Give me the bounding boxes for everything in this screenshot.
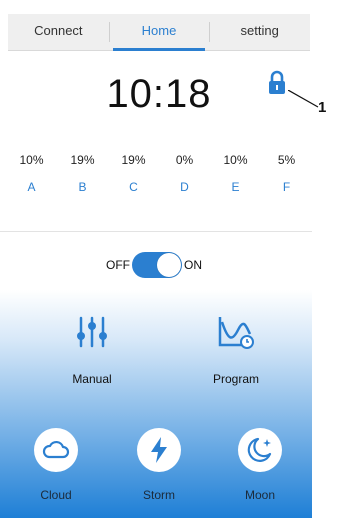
- channel-e-percent: 10%: [223, 153, 248, 167]
- moon-label: Moon: [244, 488, 276, 502]
- manual-label: Manual: [72, 372, 112, 386]
- channel-f-percent: 5%: [277, 153, 296, 167]
- power-toggle-group: OFF ON: [106, 252, 202, 278]
- channel-a-label: A: [27, 180, 36, 194]
- callout-number: 1: [318, 99, 327, 116]
- channel-c-label: C: [129, 180, 138, 194]
- cloud-label: Cloud: [40, 488, 72, 502]
- power-off-label: OFF: [106, 258, 130, 272]
- channel-a[interactable]: 10% A: [6, 150, 57, 194]
- divider: [0, 231, 312, 232]
- cloud-icon: [42, 440, 70, 459]
- power-on-label: ON: [184, 258, 202, 272]
- callout-line: [288, 90, 319, 108]
- program-mode-button[interactable]: Program: [196, 310, 276, 386]
- cloud-mode-button[interactable]: Cloud: [26, 428, 86, 502]
- storm-label: Storm: [142, 488, 175, 502]
- storm-mode-button[interactable]: Storm: [129, 428, 189, 502]
- lightning-icon: [151, 437, 167, 463]
- tab-home[interactable]: Home: [108, 14, 210, 51]
- channel-levels: 10% A 19% B 19% C 0% D 10% E 5% F: [6, 150, 312, 194]
- lock-icon[interactable]: [266, 70, 288, 96]
- channel-d[interactable]: 0% D: [159, 150, 210, 194]
- channel-b-label: B: [78, 180, 87, 194]
- channel-f[interactable]: 5% F: [261, 150, 312, 194]
- manual-mode-button[interactable]: Manual: [52, 310, 132, 386]
- channel-c[interactable]: 19% C: [108, 150, 159, 194]
- schedule-chart-icon: [218, 317, 254, 349]
- tab-setting[interactable]: setting: [209, 14, 310, 50]
- channel-d-label: D: [180, 180, 189, 194]
- channel-f-label: F: [282, 180, 291, 194]
- tab-connect[interactable]: Connect: [8, 14, 109, 50]
- channel-e-label: E: [231, 180, 240, 194]
- moon-icon: [247, 437, 272, 462]
- channel-a-percent: 10%: [19, 153, 44, 167]
- channel-b[interactable]: 19% B: [57, 150, 108, 194]
- moon-mode-button[interactable]: Moon: [230, 428, 290, 502]
- sliders-icon: [77, 316, 107, 348]
- channel-c-percent: 19%: [121, 153, 146, 167]
- program-label: Program: [212, 372, 259, 386]
- channel-e[interactable]: 10% E: [210, 150, 261, 194]
- channel-b-percent: 19%: [70, 153, 95, 167]
- channel-d-percent: 0%: [175, 153, 194, 167]
- power-toggle[interactable]: [132, 252, 182, 278]
- tab-bar: Connect Home setting: [8, 14, 310, 51]
- toggle-knob: [157, 253, 181, 277]
